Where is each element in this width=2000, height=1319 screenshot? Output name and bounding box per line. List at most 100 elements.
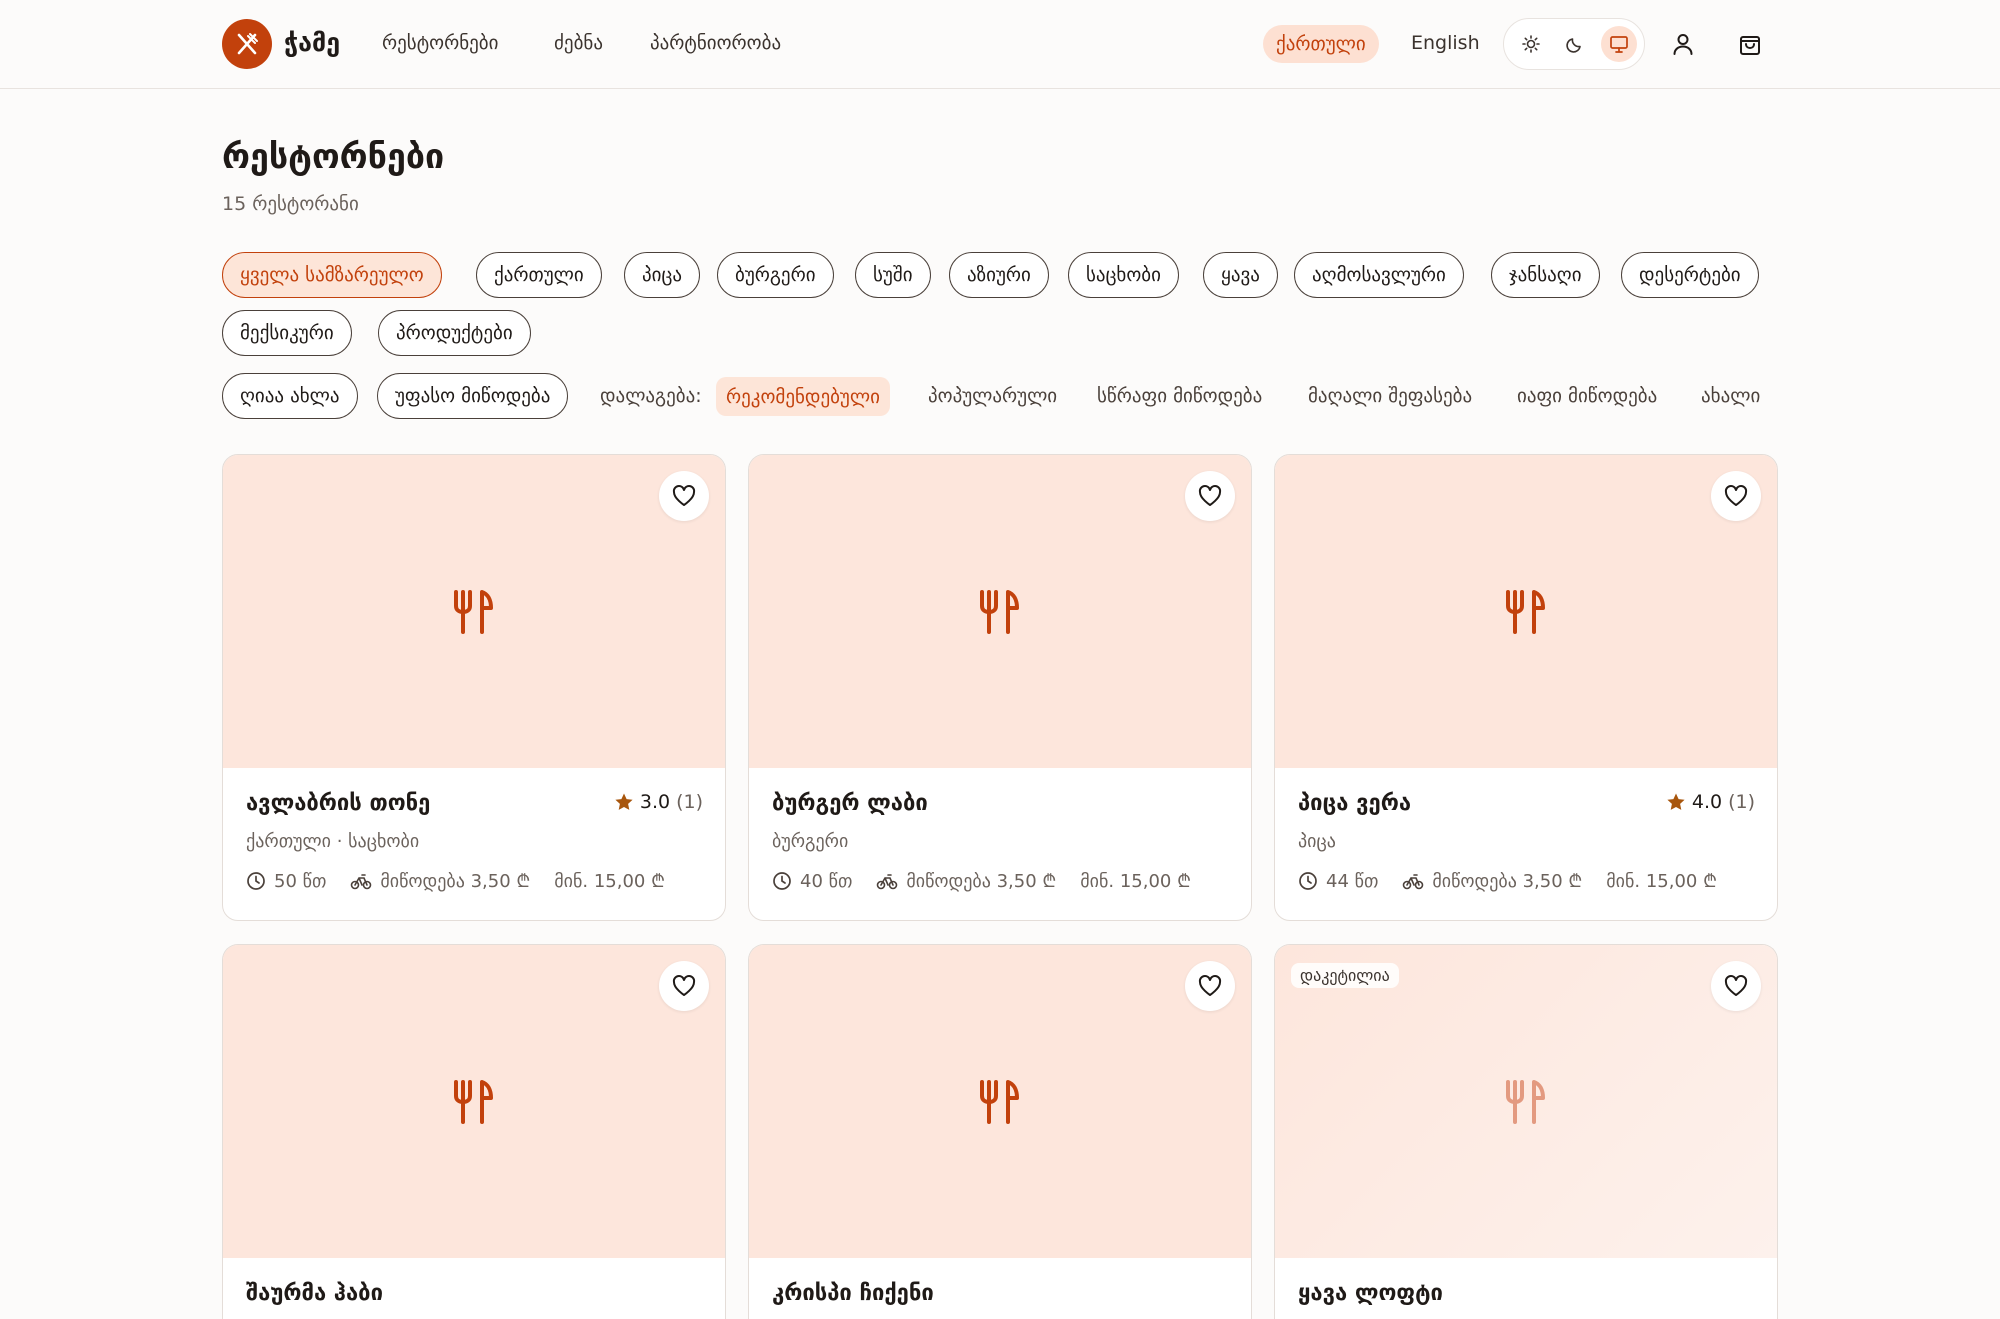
restaurant-name: ავლაბრის თონე (246, 791, 431, 816)
restaurant-card[interactable]: დაკეტილია ყავა ლოფტი (1274, 944, 1778, 1319)
system-theme-button[interactable] (1601, 26, 1637, 62)
utensils-icon (980, 1079, 1019, 1124)
favorite-button[interactable] (1711, 471, 1761, 521)
utensils-icon (454, 1079, 493, 1124)
restaurant-card[interactable]: კრისპი ჩიქენი (748, 944, 1252, 1319)
sort-recommended[interactable]: რეკომენდებული (716, 377, 890, 416)
heart-icon (1198, 974, 1222, 996)
light-theme-button[interactable] (1513, 26, 1549, 62)
user-account-button[interactable] (1665, 26, 1701, 62)
clock-icon (247, 872, 265, 890)
chip-georgian[interactable]: ქართული (476, 252, 602, 298)
monitor-icon (1610, 36, 1628, 53)
nav-search[interactable]: ძებნა (554, 32, 603, 54)
utensils-icon (454, 589, 493, 634)
star-icon (1667, 793, 1685, 810)
fork-knife-icon (237, 33, 258, 55)
delivery-time: 40 წთ (800, 870, 853, 892)
restaurant-image-placeholder (749, 945, 1251, 1258)
restaurant-image-placeholder (749, 455, 1251, 768)
chip-pizza[interactable]: პიცა (624, 252, 700, 298)
min-order: მინ. 15,00 ₾ (1606, 871, 1717, 892)
chip-eastern[interactable]: აღმოსავლური (1294, 252, 1464, 298)
restaurant-image-placeholder (223, 945, 725, 1258)
delivery-time: 50 წთ (274, 870, 327, 892)
chip-bakery[interactable]: საცხობი (1068, 252, 1179, 298)
lang-georgian[interactable]: ქართული (1263, 25, 1379, 63)
favorite-button[interactable] (659, 471, 709, 521)
restaurant-name: ყავა ლოფტი (1298, 1281, 1443, 1306)
heart-icon (672, 974, 696, 996)
chip-asian[interactable]: აზიური (949, 252, 1049, 298)
restaurant-meta: 40 წთ მიწოდება 3,50 ₾ მინ. 15,00 ₾ (772, 869, 1215, 893)
min-order: მინ. 15,00 ₾ (554, 871, 665, 892)
filter-free-delivery[interactable]: უფასო მიწოდება (377, 373, 569, 419)
sort-popular[interactable]: პოპულარული (928, 385, 1057, 407)
favorite-button[interactable] (1711, 961, 1761, 1011)
lang-english[interactable]: English (1411, 32, 1480, 54)
delivery-fee: მიწოდება 3,50 ₾ (380, 871, 531, 892)
delivery-time: 44 წთ (1326, 870, 1379, 892)
chip-healthy[interactable]: ჯანსაღი (1491, 252, 1600, 298)
cart-button[interactable] (1732, 26, 1768, 62)
restaurant-rating: 3.0 (1) (614, 791, 703, 813)
star-icon (615, 793, 633, 810)
rating-count: (1) (1728, 791, 1755, 813)
restaurant-card[interactable]: ავლაბრის თონე 3.0 (1) ქართული · საცხობი … (222, 454, 726, 921)
chip-desserts[interactable]: დესერტები (1621, 252, 1759, 298)
restaurant-image-placeholder (1275, 455, 1777, 768)
moon-icon (1566, 38, 1581, 53)
favorite-button[interactable] (659, 961, 709, 1011)
sort-cheap-delivery[interactable]: იაფი მიწოდება (1517, 385, 1657, 407)
favorite-button[interactable] (1185, 471, 1235, 521)
filter-open-now[interactable]: ღიაა ახლა (222, 373, 358, 419)
chip-all-cuisines[interactable]: ყველა სამზარეულო (222, 252, 442, 298)
bike-icon (351, 874, 372, 890)
sort-top-rated[interactable]: მაღალი შეფასება (1308, 385, 1472, 407)
shopping-bag-icon (1740, 36, 1760, 55)
nav-partnership[interactable]: პარტნიორობა (650, 32, 781, 54)
page-title: რესტორნები (222, 137, 445, 177)
utensils-icon (1506, 589, 1545, 634)
restaurant-cuisine: ქართული · საცხობი (246, 831, 420, 852)
heart-icon (1198, 484, 1222, 506)
sort-fast-delivery[interactable]: სწრაფი მიწოდება (1097, 385, 1262, 407)
chip-coffee[interactable]: ყავა (1203, 252, 1278, 298)
chip-sushi[interactable]: სუში (855, 252, 931, 298)
restaurant-name: კრისპი ჩიქენი (772, 1281, 934, 1306)
restaurant-name: პიცა ვერა (1298, 791, 1412, 816)
restaurant-cuisine: პიცა (1298, 831, 1336, 852)
favorite-button[interactable] (1185, 961, 1235, 1011)
delivery-fee: მიწოდება 3,50 ₾ (1432, 871, 1583, 892)
theme-switcher (1503, 18, 1645, 70)
rating-count: (1) (676, 791, 703, 813)
chip-burger[interactable]: ბურგერი (717, 252, 834, 298)
bike-icon (877, 874, 898, 890)
restaurant-rating: 4.0 (1) (1666, 791, 1755, 813)
clock-icon (773, 872, 791, 890)
delivery-fee: მიწოდება 3,50 ₾ (906, 871, 1057, 892)
sort-new[interactable]: ახალი (1701, 385, 1760, 407)
sort-label: დალაგება: (600, 385, 702, 407)
chip-mexican[interactable]: მექსიკური (222, 310, 352, 356)
restaurant-count: 15 რესტორანი (222, 193, 359, 215)
top-header: ჭამე რესტორნები ძებნა პარტნიორობა ქართულ… (0, 0, 2000, 89)
restaurant-card[interactable]: ბურგერ ლაბი ბურგერი 40 წთ მიწოდება 3,50 … (748, 454, 1252, 921)
restaurant-card[interactable]: პიცა ვერა 4.0 (1) პიცა 44 წთ მიწოდება 3,… (1274, 454, 1778, 921)
closed-badge: დაკეტილია (1291, 963, 1399, 988)
heart-icon (672, 484, 696, 506)
utensils-icon (1506, 1079, 1545, 1124)
bike-icon (1403, 874, 1424, 890)
min-order: მინ. 15,00 ₾ (1080, 871, 1191, 892)
rating-value: 3.0 (639, 791, 671, 813)
restaurant-cuisine: ბურგერი (772, 831, 849, 852)
chip-groceries[interactable]: პროდუქტები (378, 310, 531, 356)
utensils-icon (980, 589, 1019, 634)
brand-name[interactable]: ჭამე (284, 28, 340, 57)
logo[interactable] (222, 19, 272, 69)
dark-theme-button[interactable] (1557, 26, 1593, 62)
restaurant-meta: 50 წთ მიწოდება 3,50 ₾ მინ. 15,00 ₾ (246, 869, 689, 893)
restaurant-card[interactable]: შაურმა ჰაბი (222, 944, 726, 1319)
restaurant-image-placeholder (223, 455, 725, 768)
nav-restaurants[interactable]: რესტორნები (382, 32, 498, 54)
